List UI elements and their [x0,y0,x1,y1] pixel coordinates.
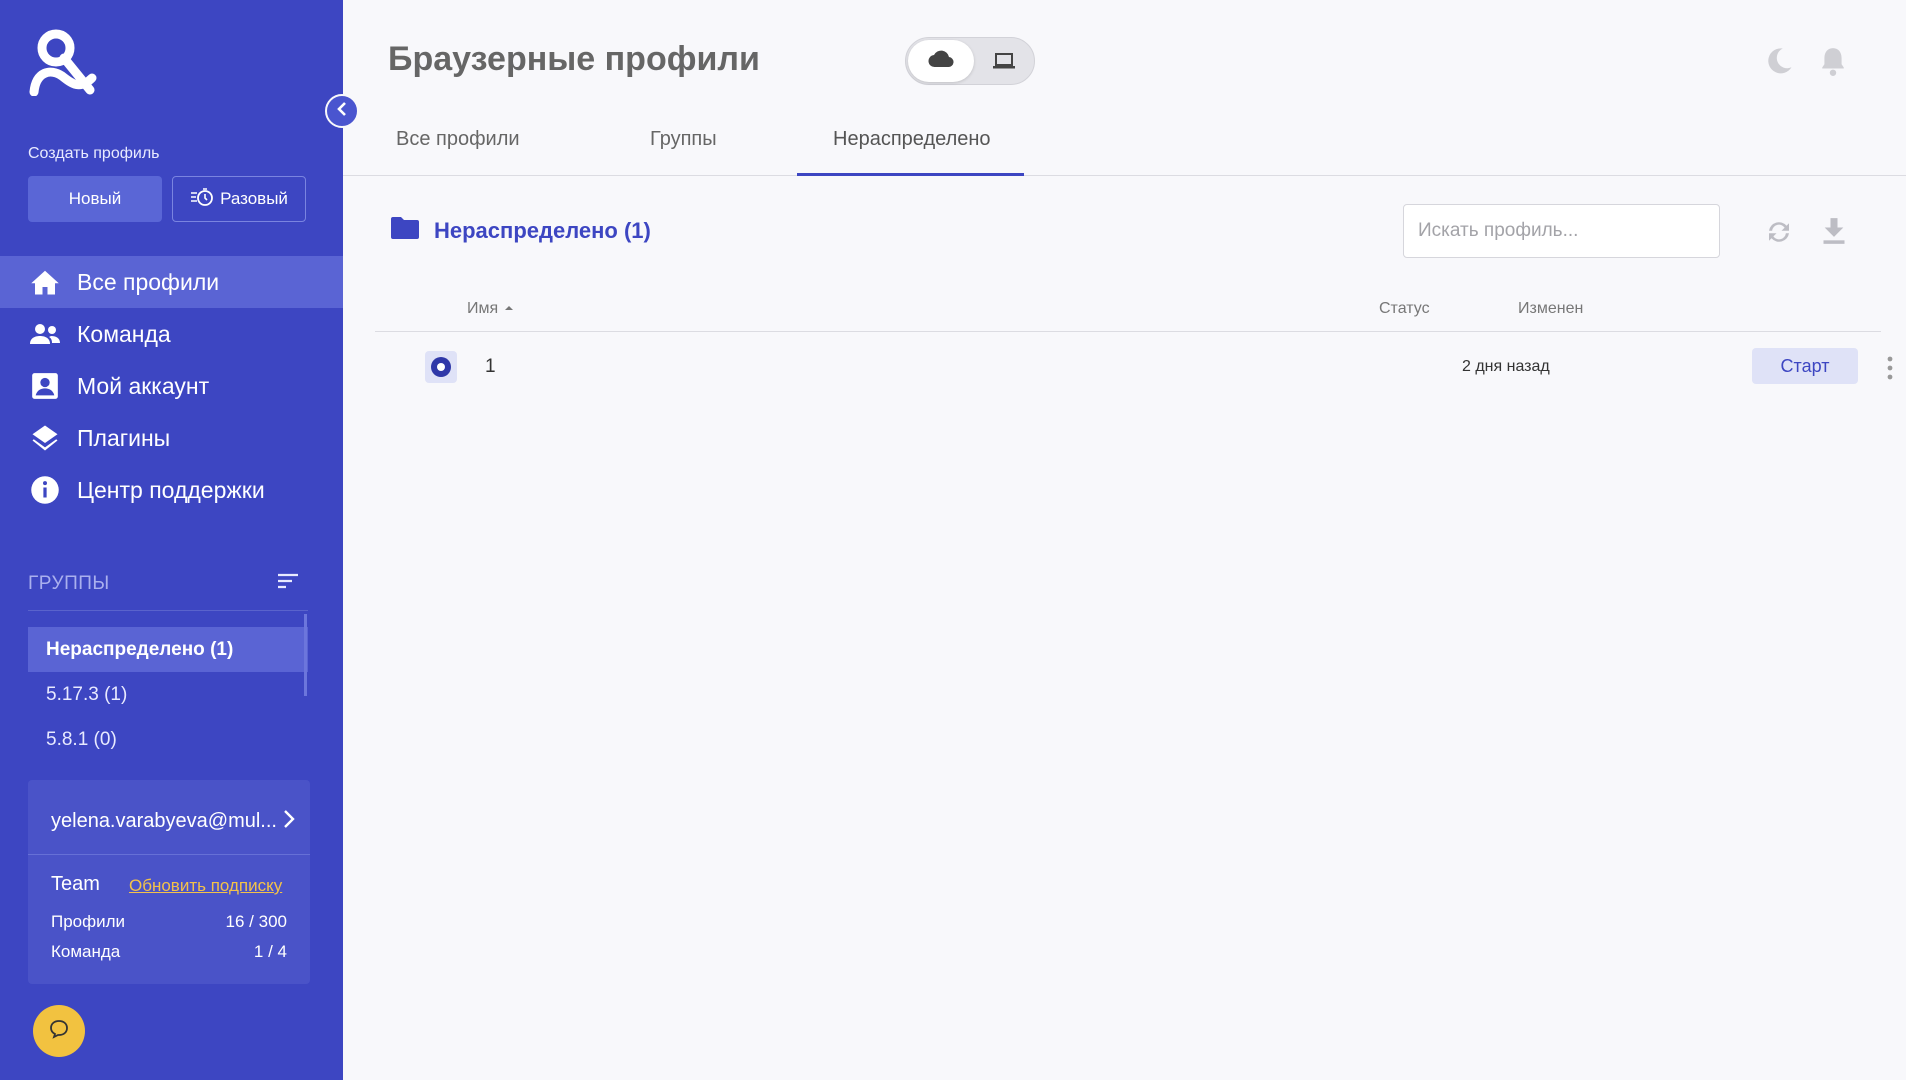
sort-ascending-icon [503,300,515,317]
nav-label: Все профили [77,268,220,295]
tab-groups[interactable]: Группы [650,128,717,151]
folder-title: Нераспределено (1) [434,217,651,243]
profiles-usage-row: Профили 16 / 300 [51,912,287,932]
search-profile-input[interactable] [1403,204,1720,258]
one-time-profile-label: Разовый [220,189,288,208]
active-tab-indicator [797,173,1024,176]
group-count: (1) [104,683,128,705]
nav-item-team[interactable]: Команда [0,308,343,360]
folder-header: Нераспределено (1) [390,216,651,245]
group-name: Нераспределено [46,638,205,660]
groups-divider [28,610,308,611]
nav-item-plugins[interactable]: Плагины [0,412,343,464]
column-name-label: Имя [467,300,499,317]
cloud-icon [928,50,954,73]
upgrade-subscription-link[interactable]: Обновить подписку [129,876,282,896]
folder-icon [390,216,420,245]
info-icon [28,473,62,507]
profile-modified: 2 дня назад [1462,358,1550,375]
group-item-unassigned[interactable]: Нераспределено (1) [28,627,308,672]
chevron-right-icon[interactable] [282,808,296,835]
storage-mode-toggle[interactable] [905,37,1035,85]
dark-mode-icon[interactable] [1764,46,1794,81]
notifications-bell-icon[interactable] [1820,46,1846,81]
home-icon [28,265,62,299]
tab-unassigned[interactable]: Нераспределено [833,128,991,151]
group-item-5-17-3[interactable]: 5.17.3 (1) [28,672,308,717]
new-profile-button[interactable]: Новый [28,176,162,222]
nav-item-all-profiles[interactable]: Все профили [0,256,343,308]
create-profile-label: Создать профиль [28,145,160,162]
browser-profile-icon [425,351,457,383]
group-list: Нераспределено (1) 5.17.3 (1) 5.8.1 (0) [28,627,308,762]
team-icon [28,317,62,351]
tab-all-profiles[interactable]: Все профили [396,128,520,151]
groups-header: ГРУППЫ [28,572,300,596]
sidebar: Создать профиль Новый Разовый Все профил… [0,0,343,1080]
table-row[interactable]: 1 2 дня назад Старт [375,346,1893,388]
column-status-header[interactable]: Статус [1379,300,1430,318]
account-divider [28,854,310,855]
chevron-left-icon [335,101,349,122]
app-logo-icon[interactable] [28,28,98,97]
team-usage-label: Команда [51,942,121,961]
refresh-icon[interactable] [1764,217,1794,252]
page-title: Браузерные профили [388,40,760,78]
groups-title: ГРУППЫ [28,573,110,594]
group-count: (1) [210,638,234,660]
one-time-profile-button[interactable]: Разовый [172,176,306,222]
cloud-mode-option[interactable] [908,40,974,82]
main-content: Браузерные профили Все профили Группы Не… [343,0,1906,1080]
team-usage-row: Команда 1 / 4 [51,942,287,962]
account-card: yelena.varabyeva@mul... Team Обновить по… [28,780,310,984]
group-list-scrollbar[interactable] [304,614,307,696]
timer-icon [190,187,214,212]
profile-tabs: Все профили Группы Нераспределено [343,118,1906,176]
layers-icon [28,421,62,455]
group-name: 5.17.3 [46,683,99,705]
column-name-header[interactable]: Имя [467,300,515,318]
account-icon [28,369,62,403]
column-modified-header[interactable]: Изменен [1518,300,1583,318]
nav-label: Центр поддержки [77,476,265,503]
profiles-usage-value: 16 / 300 [225,912,287,931]
start-profile-button[interactable]: Старт [1752,348,1858,384]
nav-label: Мой аккаунт [77,372,210,399]
laptop-icon[interactable] [992,51,1016,76]
profiles-usage-label: Профили [51,912,126,931]
account-email[interactable]: yelena.varabyeva@mul... [51,810,277,833]
table-header: Имя Статус Изменен [375,296,1881,332]
group-count: (0) [93,728,117,750]
plan-name: Team [51,873,100,895]
download-icon[interactable] [1821,217,1847,250]
more-options-icon[interactable] [1887,356,1893,385]
nav-item-my-account[interactable]: Мой аккаунт [0,360,343,412]
nav-label: Плагины [77,424,171,451]
sort-icon[interactable] [276,572,300,596]
nav-item-support-center[interactable]: Центр поддержки [0,464,343,516]
collapse-sidebar-button[interactable] [325,94,359,128]
team-usage-value: 1 / 4 [253,942,287,961]
main-nav: Все профили Команда Мой аккаунт Плагины … [0,256,343,516]
nav-label: Команда [77,320,171,347]
group-name: 5.8.1 [46,728,89,750]
chat-bubble-icon [48,1018,70,1045]
group-item-5-8-1[interactable]: 5.8.1 (0) [28,717,308,762]
profile-name[interactable]: 1 [485,356,496,378]
support-chat-button[interactable] [33,1005,85,1057]
